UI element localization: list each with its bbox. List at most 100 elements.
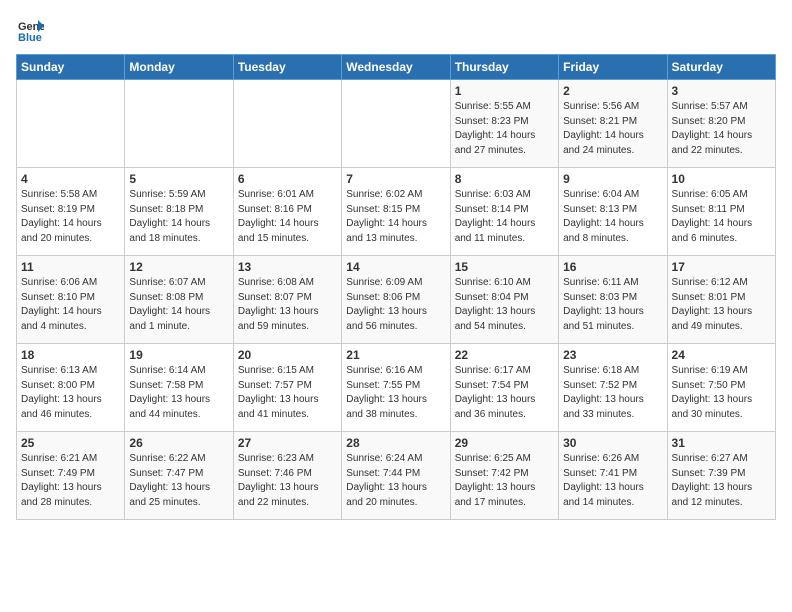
- day-cell: [17, 80, 125, 168]
- day-cell: 31 Sunrise: 6:27 AM Sunset: 7:39 PM Dayli…: [667, 432, 775, 520]
- day-cell: [342, 80, 450, 168]
- day-cell: 25 Sunrise: 6:21 AM Sunset: 7:49 PM Dayli…: [17, 432, 125, 520]
- day-number: 11: [21, 260, 120, 274]
- day-number: 5: [129, 172, 228, 186]
- day-number: 9: [563, 172, 662, 186]
- col-header-friday: Friday: [559, 55, 667, 80]
- day-info: Sunrise: 6:23 AM Sunset: 7:46 PM Dayligh…: [238, 452, 337, 510]
- col-header-sunday: Sunday: [17, 55, 125, 80]
- day-cell: 4Sunrise: 5:58 AM Sunset: 8:19 PM Daylig…: [17, 168, 125, 256]
- day-number: 10: [672, 172, 771, 186]
- day-info: Sunrise: 6:10 AM Sunset: 8:04 PM Dayligh…: [455, 276, 554, 334]
- day-number: 18: [21, 348, 120, 362]
- day-number: 27: [238, 436, 337, 450]
- day-cell: 9Sunrise: 6:04 AM Sunset: 8:13 PM Daylig…: [559, 168, 667, 256]
- day-number: 7: [346, 172, 445, 186]
- day-info: Sunrise: 6:12 AM Sunset: 8:01 PM Dayligh…: [672, 276, 771, 334]
- col-header-monday: Monday: [125, 55, 233, 80]
- day-cell: 21 Sunrise: 6:16 AM Sunset: 7:55 PM Dayli…: [342, 344, 450, 432]
- day-number: 28: [346, 436, 445, 450]
- day-info: Sunrise: 6:19 AM Sunset: 7:50 PM Dayligh…: [672, 364, 771, 422]
- col-header-tuesday: Tuesday: [233, 55, 341, 80]
- day-number: 23: [563, 348, 662, 362]
- day-info: Sunrise: 6:03 AM Sunset: 8:14 PM Dayligh…: [455, 188, 554, 246]
- day-number: 20: [238, 348, 337, 362]
- day-number: 24: [672, 348, 771, 362]
- day-info: Sunrise: 5:55 AM Sunset: 8:23 PM Dayligh…: [455, 100, 554, 158]
- header: General Blue: [16, 16, 776, 44]
- day-cell: [233, 80, 341, 168]
- day-info: Sunrise: 6:11 AM Sunset: 8:03 PM Dayligh…: [563, 276, 662, 334]
- day-cell: 18Sunrise: 6:13 AM Sunset: 8:00 PM Dayli…: [17, 344, 125, 432]
- day-cell: 14 Sunrise: 6:09 AM Sunset: 8:06 PM Dayli…: [342, 256, 450, 344]
- day-cell: 28 Sunrise: 6:24 AM Sunset: 7:44 PM Dayli…: [342, 432, 450, 520]
- svg-text:Blue: Blue: [18, 32, 42, 44]
- day-cell: 6 Sunrise: 6:01 AM Sunset: 8:16 PM Daylig…: [233, 168, 341, 256]
- day-number: 6: [238, 172, 337, 186]
- day-info: Sunrise: 6:25 AM Sunset: 7:42 PM Dayligh…: [455, 452, 554, 510]
- day-cell: 13 Sunrise: 6:08 AM Sunset: 8:07 PM Dayli…: [233, 256, 341, 344]
- day-cell: 24 Sunrise: 6:19 AM Sunset: 7:50 PM Dayli…: [667, 344, 775, 432]
- day-info: Sunrise: 6:27 AM Sunset: 7:39 PM Dayligh…: [672, 452, 771, 510]
- day-number: 1: [455, 84, 554, 98]
- day-cell: 16 Sunrise: 6:11 AM Sunset: 8:03 PM Dayli…: [559, 256, 667, 344]
- day-info: Sunrise: 6:14 AM Sunset: 7:58 PM Dayligh…: [129, 364, 228, 422]
- day-cell: 2 Sunrise: 5:56 AM Sunset: 8:21 PM Daylig…: [559, 80, 667, 168]
- day-info: Sunrise: 6:24 AM Sunset: 7:44 PM Dayligh…: [346, 452, 445, 510]
- day-number: 19: [129, 348, 228, 362]
- day-cell: 22 Sunrise: 6:17 AM Sunset: 7:54 PM Dayli…: [450, 344, 558, 432]
- day-number: 2: [563, 84, 662, 98]
- day-info: Sunrise: 6:15 AM Sunset: 7:57 PM Dayligh…: [238, 364, 337, 422]
- day-number: 30: [563, 436, 662, 450]
- calendar-table: SundayMondayTuesdayWednesdayThursdayFrid…: [16, 54, 776, 520]
- day-info: Sunrise: 5:59 AM Sunset: 8:18 PM Dayligh…: [129, 188, 228, 246]
- day-info: Sunrise: 6:06 AM Sunset: 8:10 PM Dayligh…: [21, 276, 120, 334]
- day-number: 13: [238, 260, 337, 274]
- day-info: Sunrise: 5:56 AM Sunset: 8:21 PM Dayligh…: [563, 100, 662, 158]
- day-cell: 15 Sunrise: 6:10 AM Sunset: 8:04 PM Dayli…: [450, 256, 558, 344]
- day-cell: 26Sunrise: 6:22 AM Sunset: 7:47 PM Dayli…: [125, 432, 233, 520]
- day-number: 29: [455, 436, 554, 450]
- day-number: 16: [563, 260, 662, 274]
- day-number: 15: [455, 260, 554, 274]
- day-cell: 7 Sunrise: 6:02 AM Sunset: 8:15 PM Daylig…: [342, 168, 450, 256]
- day-info: Sunrise: 6:01 AM Sunset: 8:16 PM Dayligh…: [238, 188, 337, 246]
- day-info: Sunrise: 6:16 AM Sunset: 7:55 PM Dayligh…: [346, 364, 445, 422]
- day-info: Sunrise: 6:07 AM Sunset: 8:08 PM Dayligh…: [129, 276, 228, 334]
- day-number: 3: [672, 84, 771, 98]
- logo: General Blue: [16, 16, 48, 44]
- day-number: 31: [672, 436, 771, 450]
- day-info: Sunrise: 6:18 AM Sunset: 7:52 PM Dayligh…: [563, 364, 662, 422]
- day-cell: 23 Sunrise: 6:18 AM Sunset: 7:52 PM Dayli…: [559, 344, 667, 432]
- day-cell: 11 Sunrise: 6:06 AM Sunset: 8:10 PM Dayli…: [17, 256, 125, 344]
- day-cell: 19 Sunrise: 6:14 AM Sunset: 7:58 PM Dayli…: [125, 344, 233, 432]
- day-number: 22: [455, 348, 554, 362]
- day-cell: 27 Sunrise: 6:23 AM Sunset: 7:46 PM Dayli…: [233, 432, 341, 520]
- day-cell: 3Sunrise: 5:57 AM Sunset: 8:20 PM Daylig…: [667, 80, 775, 168]
- day-number: 25: [21, 436, 120, 450]
- week-row-3: 11 Sunrise: 6:06 AM Sunset: 8:10 PM Dayli…: [17, 256, 776, 344]
- day-cell: 5 Sunrise: 5:59 AM Sunset: 8:18 PM Daylig…: [125, 168, 233, 256]
- day-cell: 8Sunrise: 6:03 AM Sunset: 8:14 PM Daylig…: [450, 168, 558, 256]
- day-info: Sunrise: 6:09 AM Sunset: 8:06 PM Dayligh…: [346, 276, 445, 334]
- day-cell: 1 Sunrise: 5:55 AM Sunset: 8:23 PM Daylig…: [450, 80, 558, 168]
- day-cell: 20 Sunrise: 6:15 AM Sunset: 7:57 PM Dayli…: [233, 344, 341, 432]
- week-row-4: 18Sunrise: 6:13 AM Sunset: 8:00 PM Dayli…: [17, 344, 776, 432]
- week-row-2: 4Sunrise: 5:58 AM Sunset: 8:19 PM Daylig…: [17, 168, 776, 256]
- day-number: 26: [129, 436, 228, 450]
- week-row-5: 25 Sunrise: 6:21 AM Sunset: 7:49 PM Dayli…: [17, 432, 776, 520]
- day-number: 17: [672, 260, 771, 274]
- day-info: Sunrise: 6:21 AM Sunset: 7:49 PM Dayligh…: [21, 452, 120, 510]
- day-cell: [125, 80, 233, 168]
- day-info: Sunrise: 6:05 AM Sunset: 8:11 PM Dayligh…: [672, 188, 771, 246]
- day-info: Sunrise: 5:58 AM Sunset: 8:19 PM Dayligh…: [21, 188, 120, 246]
- day-info: Sunrise: 6:26 AM Sunset: 7:41 PM Dayligh…: [563, 452, 662, 510]
- day-number: 14: [346, 260, 445, 274]
- day-info: Sunrise: 6:02 AM Sunset: 8:15 PM Dayligh…: [346, 188, 445, 246]
- day-info: Sunrise: 6:08 AM Sunset: 8:07 PM Dayligh…: [238, 276, 337, 334]
- day-cell: 17 Sunrise: 6:12 AM Sunset: 8:01 PM Dayli…: [667, 256, 775, 344]
- day-cell: 30 Sunrise: 6:26 AM Sunset: 7:41 PM Dayli…: [559, 432, 667, 520]
- day-number: 21: [346, 348, 445, 362]
- day-number: 12: [129, 260, 228, 274]
- day-info: Sunrise: 6:17 AM Sunset: 7:54 PM Dayligh…: [455, 364, 554, 422]
